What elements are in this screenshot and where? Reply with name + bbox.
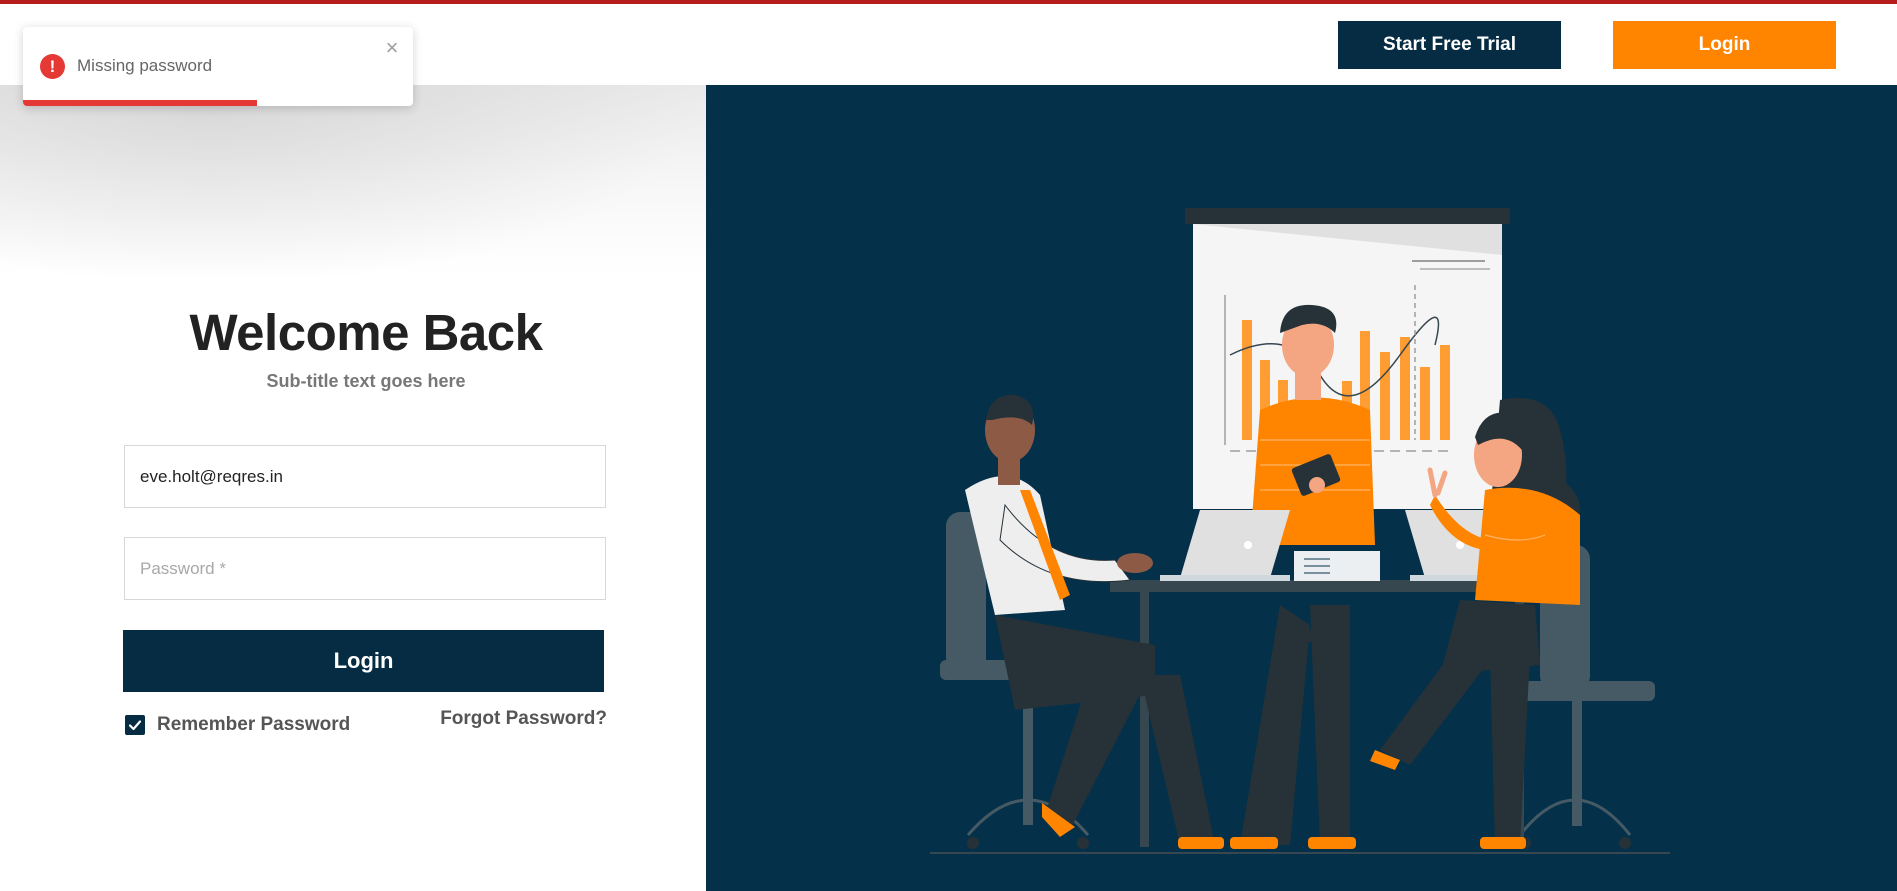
forgot-password-link[interactable]: Forgot Password? [440, 708, 607, 730]
toast-message: Missing password [77, 56, 213, 75]
seated-man [965, 394, 1224, 849]
page-title: Welcome Back [189, 304, 543, 361]
header-login-button[interactable]: Login [1613, 21, 1836, 69]
email-field[interactable] [124, 445, 606, 508]
remember-label: Remember Password [157, 714, 351, 735]
team-meeting-illustration [930, 208, 1670, 854]
password-field[interactable] [124, 537, 606, 600]
close-icon[interactable]: × [381, 37, 403, 59]
checkmark-icon [128, 720, 142, 731]
toast-progress-bar [23, 100, 257, 106]
error-toast: ! Missing password × [23, 27, 413, 106]
remember-checkbox[interactable] [125, 715, 145, 735]
login-submit-button[interactable]: Login [123, 630, 604, 692]
error-icon: ! [40, 54, 65, 79]
left-laptop [1160, 510, 1290, 581]
remember-password[interactable]: Remember Password [125, 714, 350, 736]
page-subtitle: Sub-title text goes here [266, 371, 466, 391]
desk-phone [1294, 551, 1380, 581]
screen-top-bar [1185, 208, 1510, 224]
start-free-trial-button[interactable]: Start Free Trial [1338, 21, 1561, 69]
login-panel-shade [0, 85, 706, 285]
